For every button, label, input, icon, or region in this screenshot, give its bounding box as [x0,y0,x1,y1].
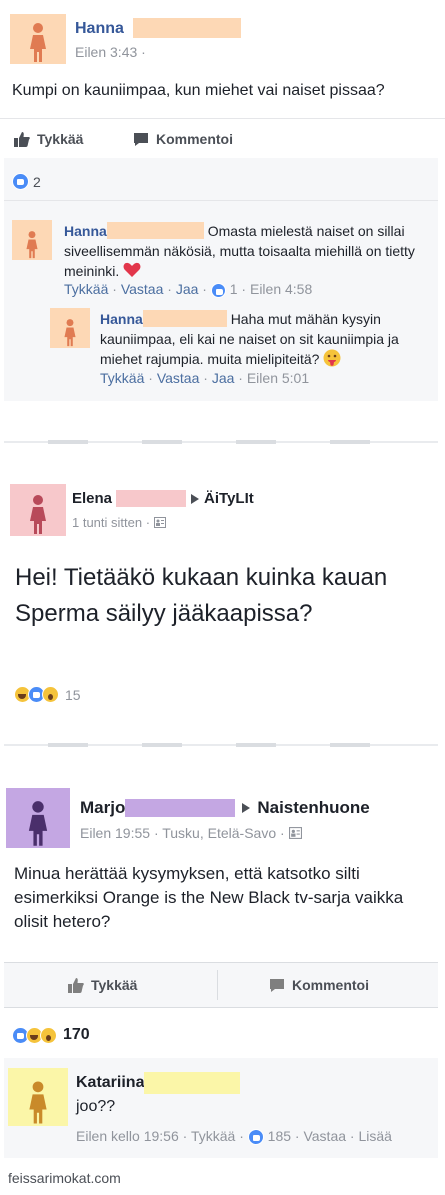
like-label: Tykkää [91,977,138,993]
post-timestamp-line: Eilen 19:55 · Tusku, Etelä-Savo · [80,825,302,841]
reaction-summary[interactable]: 2 [12,173,41,190]
reaction-count: 170 [63,1026,90,1043]
avatar[interactable] [10,484,66,536]
comment-more-link[interactable]: Lisää [358,1128,391,1144]
group-name[interactable]: ÄiTyLIt [204,490,254,507]
reaction-summary[interactable]: 15 [14,686,81,703]
comment-text: joo?? [76,1098,116,1115]
post-text: Minua herättää kysymyksen, että katsotko… [14,864,404,931]
person-female-icon [30,23,46,62]
redaction-bar [144,1072,241,1094]
comment-button[interactable]: Kommentoi [269,977,369,993]
comment-meta: Tykkää · Vastaa · Jaa · 1 · Eilen 4:58 [64,281,313,298]
watermark: feissarimokat.com [8,1170,121,1186]
like-reaction-icon [12,173,29,190]
triangle-right-icon [242,803,251,813]
divider [4,200,438,201]
like-button[interactable]: Tykkää [14,131,83,147]
post-action-bar: Tykkää Kommentoi [4,962,438,1008]
comment-avatar[interactable] [12,220,52,260]
redaction-bar [142,310,227,327]
post-timestamp[interactable]: Eilen 19:55 · Tusku, Etelä-Savo · [80,825,285,841]
thumbs-up-icon [14,131,30,147]
comment-label: Kommentoi [292,977,369,993]
reply-avatar[interactable] [50,308,90,348]
reply-body: Hanna Haha mut mähän kysyin kauniimpaa, … [100,309,430,369]
reaction-count: 15 [65,686,81,703]
comment-like-link[interactable]: Tykkää [191,1128,235,1144]
wow-reaction-icon [42,686,59,703]
like-button[interactable]: Tykkää [68,977,137,993]
action-separator [217,970,218,1000]
reaction-count: 2 [33,173,41,190]
post-divider [4,743,438,747]
redaction-bar [116,490,187,507]
comment-like-link[interactable]: Tykkää [64,281,108,297]
avatar[interactable] [10,14,66,64]
reply-reply-link[interactable]: Vastaa [157,370,200,386]
like-reaction-icon [247,1129,264,1146]
triangle-right-icon [191,493,200,504]
comment-avatar[interactable] [8,1068,68,1126]
person-female-icon [29,1081,47,1124]
post-timestamp-line: 1 tunti sitten · [72,515,166,530]
redaction-bar [106,222,204,239]
person-female-icon [26,231,38,259]
comment-meta: Eilen kello 19:56 · Tykkää · 185 · Vasta… [76,1128,392,1146]
heart-emoji-icon [123,262,141,277]
comment-button[interactable]: Kommentoi [133,131,233,147]
comment-reply-link[interactable]: Vastaa [303,1128,346,1144]
like-label: Tykkää [37,131,84,147]
post-author-name[interactable]: Marjo [80,798,125,818]
post-divider [4,440,438,444]
post-timestamp[interactable]: 1 tunti sitten · [72,515,150,530]
reaction-summary[interactable]: 170 [12,1026,90,1044]
post-author-line: Marjo Naistenhuone [80,798,370,818]
post-text: Kumpi on kauniimpaa, kun miehet vai nais… [12,82,385,99]
reply-like-link[interactable]: Tykkää [100,370,144,386]
comment-reply-link[interactable]: Vastaa [121,281,164,297]
group-audience-icon [153,517,166,528]
comment-author-line: Katariina [76,1072,241,1094]
avatar[interactable] [6,788,70,848]
post-action-bar: Tykkää Kommentoi [0,118,445,158]
like-reaction-icon [210,282,226,298]
reply-meta: Tykkää · Vastaa · Jaa · Eilen 5:01 [100,370,310,386]
reply-author[interactable]: Hanna [100,311,143,327]
post-author-name[interactable]: Elena [72,490,112,507]
group-name[interactable]: Naistenhuone [257,798,369,818]
redaction-bar [133,18,241,38]
post-text: Hei! Tietääkö kukaan kuinka kauan Sperma… [15,564,388,627]
post-author-name[interactable]: Hanna [75,20,124,38]
comment-icon [134,132,148,146]
comment-like-count[interactable]: 185 [268,1128,291,1144]
comment-timestamp[interactable]: Eilen kello 19:56 [76,1128,179,1144]
post-author-line: Elena ÄiTyLIt [72,490,254,507]
comment-like-count[interactable]: 1 [230,281,238,297]
comment-timestamp[interactable]: Eilen 4:58 [250,281,312,297]
comment-icon [270,978,284,992]
post-timestamp[interactable]: Eilen 3:43 · [75,44,146,60]
group-audience-icon [288,827,302,839]
person-female-icon [28,801,48,846]
redaction-bar [125,799,236,817]
comment-author[interactable]: Katariina [76,1074,144,1092]
comment-label: Kommentoi [156,131,233,147]
wow-reaction-icon [40,1026,57,1044]
person-female-icon [30,495,46,534]
person-female-icon [64,319,76,347]
comment-share-link[interactable]: Jaa [176,281,199,297]
comment-author[interactable]: Hanna [64,223,107,239]
thumbs-up-icon [68,977,84,993]
reply-timestamp[interactable]: Eilen 5:01 [247,370,309,386]
tongue-out-emoji-icon [323,349,341,367]
reply-share-link[interactable]: Jaa [212,370,235,386]
comment-body: Hanna Omasta mielestä naiset on sillai s… [64,221,426,281]
